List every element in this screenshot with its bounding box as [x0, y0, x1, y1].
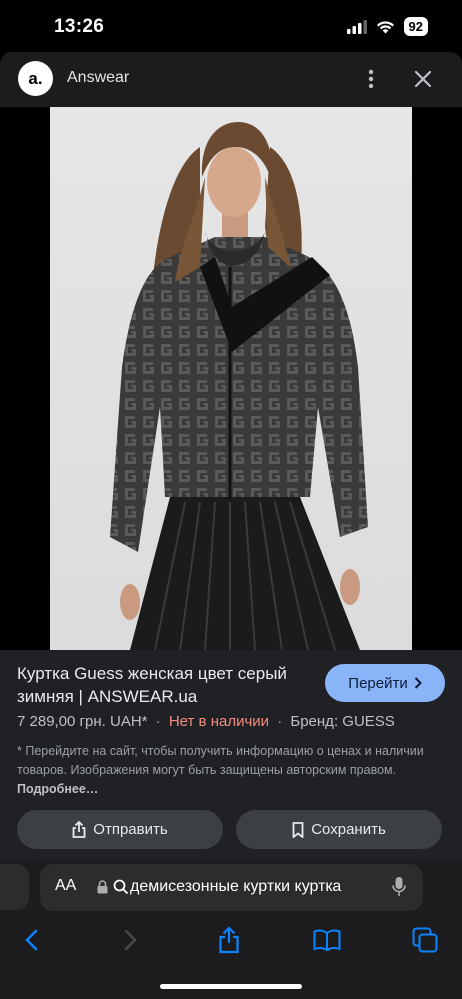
address-bar[interactable]: AA демисезонные куртки курткa: [40, 864, 423, 911]
more-options-button[interactable]: [360, 65, 382, 93]
visit-site-button[interactable]: Перейти: [325, 664, 445, 702]
signal-icon: [346, 19, 367, 34]
product-meta: 7 289,00 грн. UAH* · Нет в наличии · Бре…: [17, 713, 395, 730]
search-icon: [113, 879, 129, 895]
disclaimer: * Перейдите на сайт, чтобы получить инфо…: [17, 742, 437, 799]
wifi-icon: [376, 20, 394, 33]
forward-button[interactable]: [114, 924, 148, 956]
bookmark-icon: [292, 821, 304, 838]
address-text[interactable]: демисезонные куртки курткa: [130, 878, 376, 896]
chevron-right-icon: [414, 677, 422, 689]
book-icon: [313, 929, 341, 951]
tabs-icon: [412, 927, 438, 953]
visit-site-label: Перейти: [348, 674, 408, 692]
close-button[interactable]: [410, 65, 436, 93]
stock-status: Нет в наличии: [168, 713, 270, 730]
chevron-right-icon: [124, 929, 137, 951]
product-title[interactable]: Куртка Guess женская цвет серый зимняя |…: [17, 662, 317, 708]
share-icon: [72, 821, 86, 838]
meta-separator: ·: [155, 713, 161, 730]
more-vertical-icon: [368, 69, 374, 89]
chevron-left-icon: [25, 929, 38, 951]
result-sheet-header: a. Answear: [0, 52, 462, 107]
home-indicator: [160, 984, 302, 989]
result-info-panel: Куртка Guess женская цвет серый зимняя |…: [0, 650, 462, 860]
page-settings-button[interactable]: AA: [55, 877, 76, 895]
site-name[interactable]: Answear: [67, 69, 129, 87]
back-button[interactable]: [14, 924, 48, 956]
bookmarks-button[interactable]: [310, 924, 344, 956]
product-photo-illustration: [110, 122, 368, 650]
save-label: Сохранить: [311, 821, 386, 838]
more-info-link[interactable]: Подробнее…: [17, 782, 98, 796]
lock-icon: [97, 880, 108, 894]
share-label: Отправить: [93, 821, 168, 838]
site-logo: a.: [18, 61, 53, 96]
disclaimer-text: * Перейдите на сайт, чтобы получить инфо…: [17, 744, 424, 777]
close-icon: [414, 70, 432, 88]
status-indicators: 92: [346, 17, 428, 36]
share-page-button[interactable]: [212, 924, 246, 956]
tabs-button[interactable]: [408, 924, 442, 956]
browser-toolbar: AA демисезонные куртки курткa: [0, 860, 462, 999]
meta-separator: ·: [277, 713, 283, 730]
save-button[interactable]: Сохранить: [236, 810, 442, 849]
microphone-icon[interactable]: [392, 876, 406, 898]
browser-nav-row: [0, 922, 462, 958]
image-viewer: [0, 107, 462, 738]
status-bar: 13:26 92: [0, 0, 462, 52]
product-brand: Бренд: GUESS: [290, 713, 395, 730]
product-price: 7 289,00 грн. UAH*: [17, 713, 148, 730]
previous-tab-preview[interactable]: [0, 864, 29, 910]
share-icon: [219, 926, 239, 954]
share-button[interactable]: Отправить: [17, 810, 223, 849]
status-time: 13:26: [54, 16, 105, 37]
product-image[interactable]: [50, 107, 412, 650]
battery-indicator: 92: [403, 17, 428, 36]
